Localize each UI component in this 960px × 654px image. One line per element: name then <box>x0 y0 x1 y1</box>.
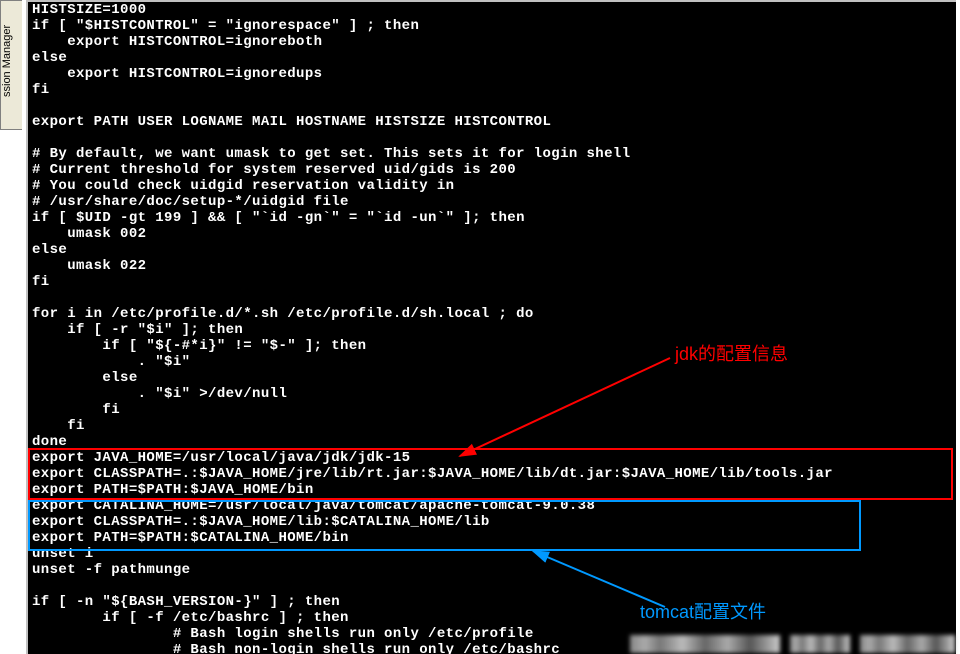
terminal-line <box>32 130 952 146</box>
terminal-line: export HISTCONTROL=ignoreboth <box>32 34 952 50</box>
terminal-line: export CLASSPATH=.:$JAVA_HOME/jre/lib/rt… <box>32 466 952 482</box>
terminal-line: fi <box>32 418 952 434</box>
terminal-line <box>32 98 952 114</box>
terminal-line <box>32 578 952 594</box>
terminal-line: # By default, we want umask to get set. … <box>32 146 952 162</box>
terminal-line: export JAVA_HOME=/usr/local/java/jdk/jdk… <box>32 450 952 466</box>
terminal-line: if [ $UID -gt 199 ] && [ "`id -gn`" = "`… <box>32 210 952 226</box>
session-manager-label: ssion Manager <box>1 25 13 97</box>
terminal-line: umask 002 <box>32 226 952 242</box>
terminal-line: unset -f pathmunge <box>32 562 952 578</box>
terminal-window[interactable]: HISTSIZE=1000if [ "$HISTCONTROL" = "igno… <box>26 0 956 654</box>
tomcat-annotation: tomcat配置文件 <box>640 598 766 624</box>
terminal-line: else <box>32 242 952 258</box>
terminal-line: # /usr/share/doc/setup-*/uidgid file <box>32 194 952 210</box>
terminal-line: if [ "${-#*i}" != "$-" ]; then <box>32 338 952 354</box>
terminal-line: export CLASSPATH=.:$JAVA_HOME/lib:$CATAL… <box>32 514 952 530</box>
blur-strip-3 <box>860 635 955 653</box>
terminal-line: export PATH=$PATH:$JAVA_HOME/bin <box>32 482 952 498</box>
terminal-line: unset i <box>32 546 952 562</box>
terminal-line: else <box>32 50 952 66</box>
terminal-line: fi <box>32 402 952 418</box>
terminal-line: umask 022 <box>32 258 952 274</box>
terminal-line: else <box>32 370 952 386</box>
terminal-line: if [ -n "${BASH_VERSION-}" ] ; then <box>32 594 952 610</box>
terminal-line: export CATALINA_HOME=/usr/local/java/tom… <box>32 498 952 514</box>
terminal-line: export PATH USER LOGNAME MAIL HOSTNAME H… <box>32 114 952 130</box>
session-manager-tab[interactable]: ssion Manager <box>0 0 22 130</box>
terminal-line: # Current threshold for system reserved … <box>32 162 952 178</box>
terminal-line: HISTSIZE=1000 <box>32 2 952 18</box>
terminal-line: export HISTCONTROL=ignoredups <box>32 66 952 82</box>
terminal-line: fi <box>32 82 952 98</box>
terminal-line: if [ -f /etc/bashrc ] ; then <box>32 610 952 626</box>
terminal-line: if [ "$HISTCONTROL" = "ignorespace" ] ; … <box>32 18 952 34</box>
terminal-line <box>32 290 952 306</box>
terminal-line: . "$i" >/dev/null <box>32 386 952 402</box>
blur-strip-1 <box>630 635 780 653</box>
terminal-line: # You could check uidgid reservation val… <box>32 178 952 194</box>
jdk-annotation: jdk的配置信息 <box>675 340 788 366</box>
terminal-line: for i in /etc/profile.d/*.sh /etc/profil… <box>32 306 952 322</box>
terminal-line: if [ -r "$i" ]; then <box>32 322 952 338</box>
terminal-line: done <box>32 434 952 450</box>
blur-strip-2 <box>790 635 850 653</box>
terminal-line: . "$i" <box>32 354 952 370</box>
terminal-line: fi <box>32 274 952 290</box>
terminal-line: export PATH=$PATH:$CATALINA_HOME/bin <box>32 530 952 546</box>
terminal-content: HISTSIZE=1000if [ "$HISTCONTROL" = "igno… <box>28 2 956 654</box>
